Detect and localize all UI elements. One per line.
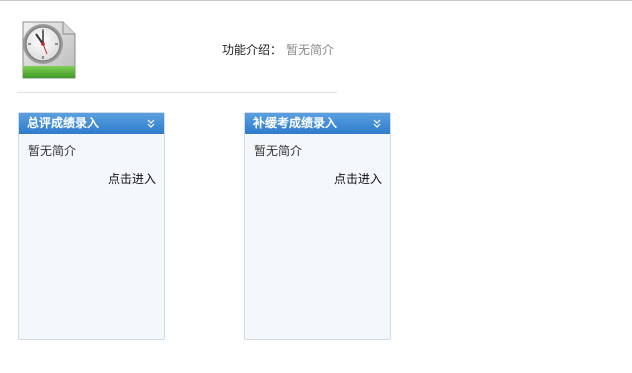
double-chevron-down-icon[interactable] <box>147 119 155 128</box>
panel-description: 暂无简介 <box>254 144 303 158</box>
feature-intro-label: 功能介绍： <box>222 43 283 57</box>
feature-intro: 功能介绍： 暂无简介 <box>222 43 334 57</box>
double-chevron-down-icon[interactable] <box>373 119 381 128</box>
feature-intro-value: 暂无简介 <box>286 43 335 57</box>
enter-link[interactable]: 点击进入 <box>334 172 382 186</box>
enter-link[interactable]: 点击进入 <box>108 172 156 186</box>
top-divider <box>0 0 632 1</box>
clock-icon <box>22 21 76 79</box>
panel-description: 暂无简介 <box>28 144 77 158</box>
panel-title: 总评成绩录入 <box>27 116 100 130</box>
header-divider <box>17 92 337 93</box>
panel-header[interactable]: 总评成绩录入 <box>19 113 164 134</box>
panel-title: 补缓考成绩录入 <box>253 116 338 130</box>
panel-makeup-exam-grade-entry: 补缓考成绩录入 暂无简介 点击进入 <box>244 112 391 340</box>
panel-final-grade-entry: 总评成绩录入 暂无简介 点击进入 <box>18 112 165 340</box>
panel-header[interactable]: 补缓考成绩录入 <box>245 113 390 134</box>
